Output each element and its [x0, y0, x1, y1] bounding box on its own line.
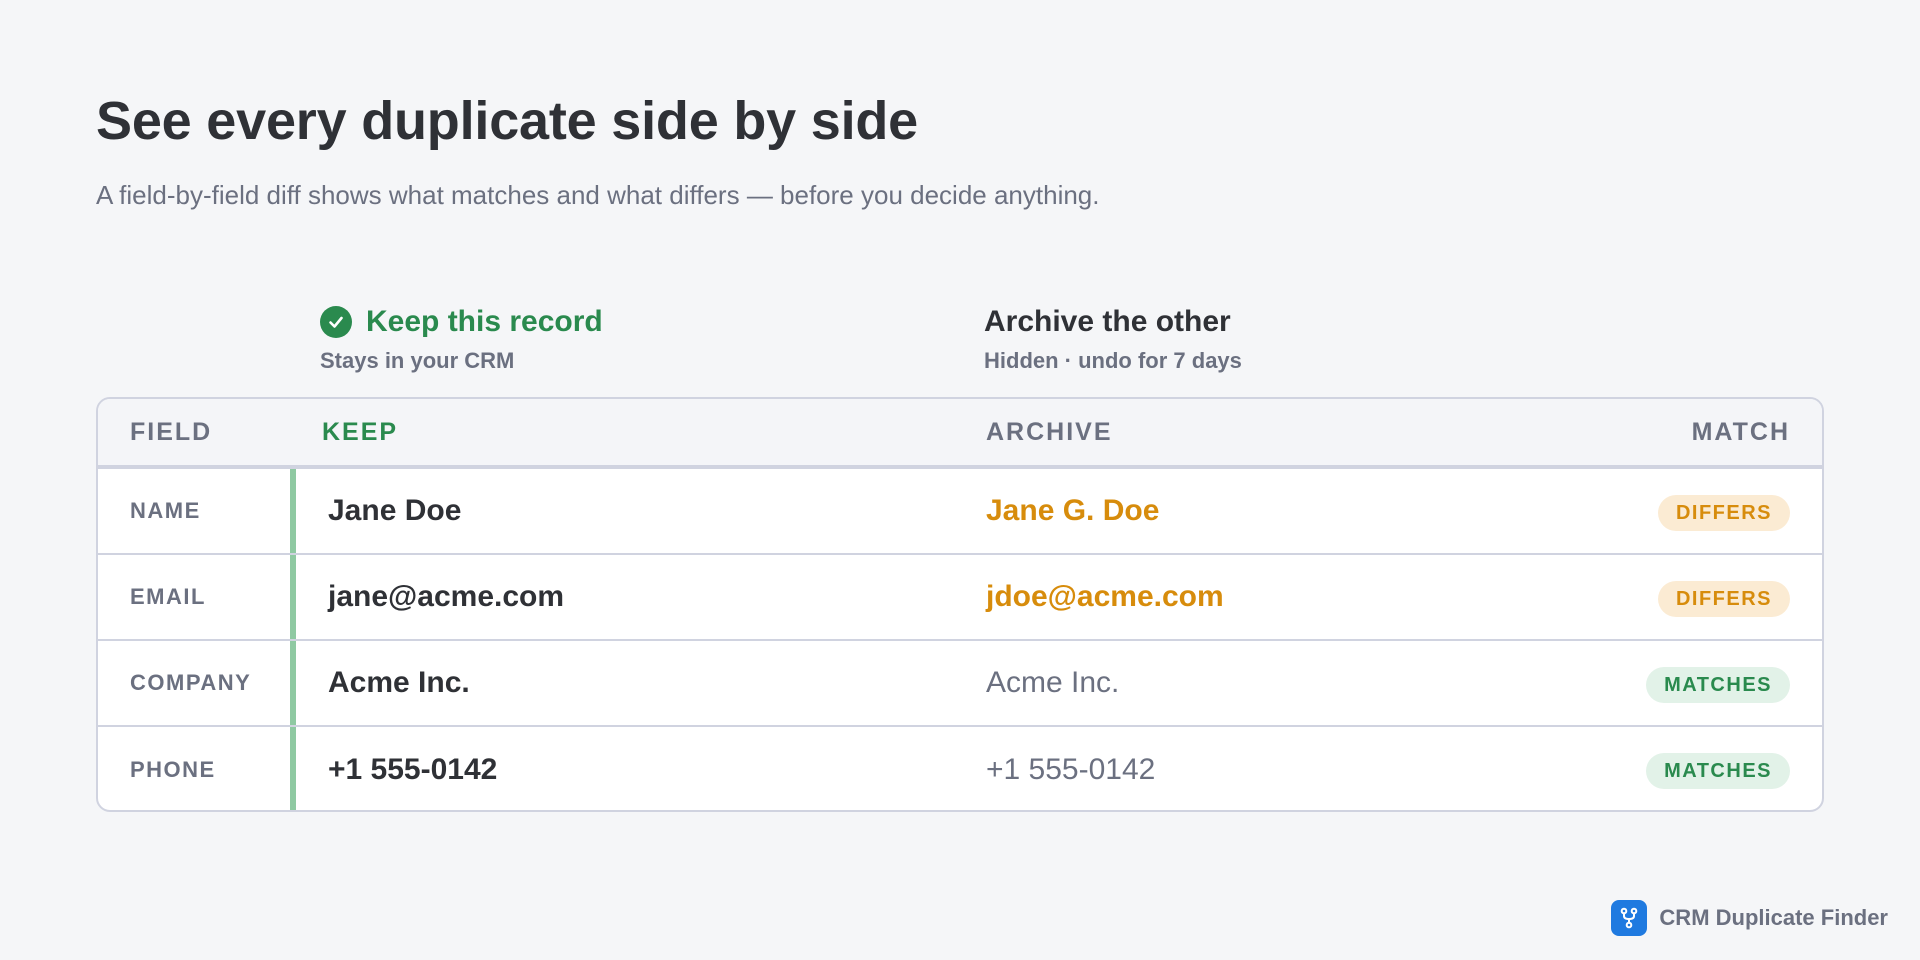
page: See every duplicate side by side A field… [0, 0, 1920, 960]
keep-value: jane@acme.com [328, 580, 565, 613]
header-archive: ARCHIVE [986, 418, 1113, 446]
table-row-company: COMPANY Acme Inc. Acme Inc. MATCHES [98, 641, 1822, 727]
header-keep: KEEP [322, 418, 399, 446]
header-field: FIELD [130, 418, 213, 446]
archive-value: Acme Inc. [986, 666, 1120, 699]
page-title: See every duplicate side by side [96, 91, 919, 151]
keep-indicator-bar [290, 469, 296, 553]
header-match: MATCH [1691, 418, 1790, 446]
keep-indicator-bar [290, 727, 296, 810]
keep-heading-subtitle: Stays in your CRM [320, 348, 515, 373]
keep-indicator-bar [290, 555, 296, 639]
status-badge: DIFFERS [1657, 581, 1790, 617]
archive-column-heading: Archive the other Hidden · undo for 7 da… [984, 304, 1242, 374]
table-row-email: EMAIL jane@acme.com jdoe@acme.com DIFFER… [98, 555, 1822, 641]
check-circle-icon [320, 306, 352, 338]
brand-footer: CRM Duplicate Finder [1611, 900, 1888, 936]
archive-heading-title: Archive the other [984, 305, 1231, 338]
archive-value: +1 555-0142 [986, 753, 1156, 786]
page-subtitle: A field-by-field diff shows what matches… [96, 180, 1100, 210]
archive-heading-subtitle: Hidden · undo for 7 days [984, 348, 1242, 373]
keep-heading-title: Keep this record [366, 305, 603, 338]
field-label: NAME [130, 498, 201, 523]
table-header: FIELD KEEP ARCHIVE MATCH [98, 399, 1822, 469]
table-row-phone: PHONE +1 555-0142 +1 555-0142 MATCHES [98, 727, 1822, 810]
keep-value: Acme Inc. [328, 666, 470, 699]
field-label: EMAIL [130, 584, 206, 609]
field-label: COMPANY [130, 670, 252, 695]
keep-column-heading: Keep this record Stays in your CRM [320, 304, 603, 374]
archive-value: jdoe@acme.com [986, 580, 1224, 613]
status-badge: DIFFERS [1657, 495, 1790, 531]
status-badge: MATCHES [1646, 667, 1790, 703]
diff-table: FIELD KEEP ARCHIVE MATCH NAME Jane Doe J… [96, 397, 1824, 812]
keep-value: +1 555-0142 [328, 753, 498, 786]
field-label: PHONE [130, 757, 216, 782]
merge-branch-icon [1611, 900, 1648, 936]
keep-value: Jane Doe [328, 494, 462, 527]
table-row-name: NAME Jane Doe Jane G. Doe DIFFERS [98, 469, 1822, 555]
brand-name: CRM Duplicate Finder [1659, 905, 1888, 930]
status-badge: MATCHES [1646, 753, 1790, 789]
keep-indicator-bar [290, 641, 296, 725]
archive-value: Jane G. Doe [986, 494, 1160, 527]
